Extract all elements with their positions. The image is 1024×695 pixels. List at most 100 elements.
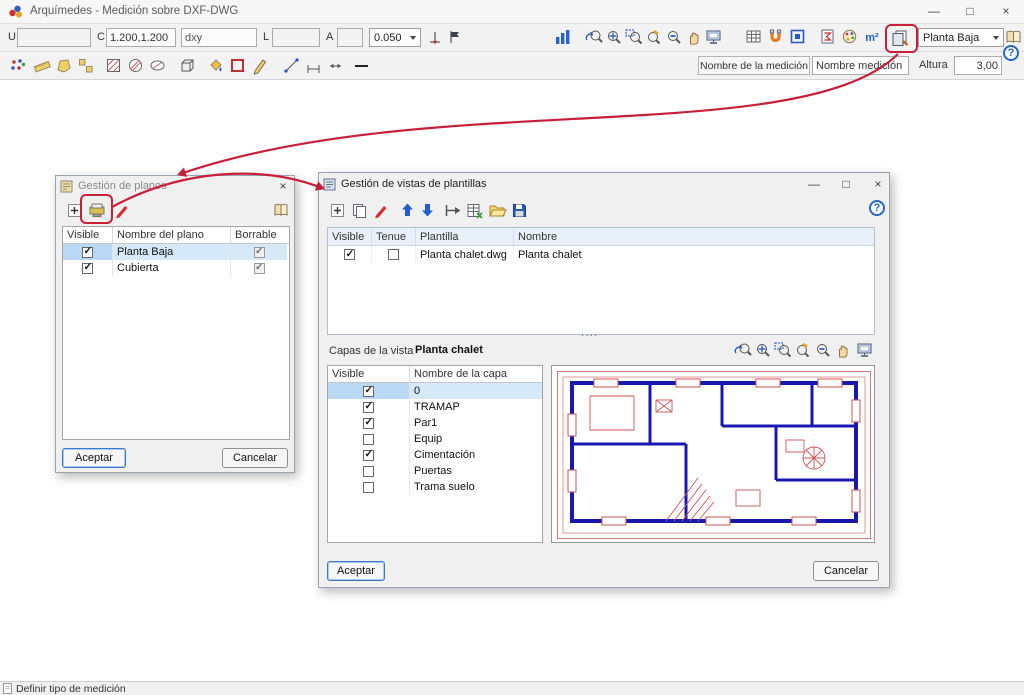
dim-arrow-icon[interactable] <box>326 55 346 77</box>
planos-dialog-titlebar[interactable]: Gestión de planos <box>56 176 294 196</box>
pan-hand-icon[interactable] <box>833 339 853 361</box>
visible-checkbox[interactable] <box>363 402 374 413</box>
plan-row[interactable]: Cubierta <box>63 260 289 276</box>
maximize-button[interactable]: □ <box>952 0 988 23</box>
u-field[interactable] <box>17 28 91 47</box>
zoom-extents-icon[interactable] <box>604 26 624 48</box>
copy-icon[interactable] <box>349 199 369 221</box>
hatch-ellipse-icon[interactable] <box>148 55 168 77</box>
plan-row[interactable]: Planta Baja <box>63 244 289 260</box>
points-icon[interactable] <box>8 55 28 77</box>
save-icon[interactable] <box>509 199 529 221</box>
tenue-checkbox[interactable] <box>388 249 399 260</box>
pan-hand-icon[interactable] <box>684 26 704 48</box>
zoom-extents-icon[interactable] <box>753 339 773 361</box>
cancelar-button[interactable]: Cancelar <box>813 561 879 581</box>
maximize-icon[interactable]: □ <box>837 175 855 193</box>
layer-row[interactable]: Equip <box>328 431 542 447</box>
zoom-window-icon[interactable] <box>624 26 644 48</box>
close-icon[interactable]: × <box>869 175 887 193</box>
close-icon[interactable]: × <box>274 177 292 195</box>
full-screen-icon[interactable] <box>704 26 724 48</box>
help-icon[interactable]: ? <box>1003 45 1019 61</box>
draw-pen-icon[interactable] <box>250 55 270 77</box>
template-views-icon[interactable] <box>890 27 910 49</box>
aceptar-button[interactable]: Aceptar <box>327 561 385 581</box>
close-button[interactable]: × <box>988 0 1024 23</box>
l-field[interactable] <box>272 28 320 47</box>
palette-icon[interactable] <box>840 26 860 48</box>
scale-select[interactable]: 0.050 <box>369 28 421 47</box>
zoom-out-icon[interactable] <box>664 26 684 48</box>
zoom-redraw-icon[interactable] <box>793 339 813 361</box>
measurement-table-icon[interactable] <box>744 26 764 48</box>
layer-row[interactable]: TRAMAP <box>328 399 542 415</box>
zoom-previous-icon[interactable] <box>733 339 753 361</box>
dxy-field[interactable] <box>181 28 257 47</box>
sum-sheet-icon[interactable] <box>818 26 838 48</box>
edit-region-icon[interactable] <box>228 55 248 77</box>
layer-row[interactable]: 0 <box>328 383 542 399</box>
borrable-checkbox[interactable] <box>254 263 265 274</box>
help-icon[interactable]: ? <box>869 200 885 216</box>
splitter-handle[interactable]: ···· <box>581 330 598 341</box>
visible-checkbox[interactable] <box>363 386 374 397</box>
import-template-views-icon[interactable] <box>87 199 107 221</box>
visible-checkbox[interactable] <box>363 434 374 445</box>
flag-icon[interactable] <box>445 26 465 48</box>
line-style-icon[interactable] <box>352 55 372 77</box>
plan-preview-panel[interactable] <box>551 365 875 543</box>
units-measure-icon[interactable] <box>76 55 96 77</box>
full-screen-icon[interactable] <box>855 339 875 361</box>
vistas-dialog-titlebar[interactable]: Gestión de vistas de plantillas <box>319 173 889 195</box>
area-measure-icon[interactable] <box>54 55 74 77</box>
edit-icon[interactable] <box>112 199 132 221</box>
zoom-out-icon[interactable] <box>813 339 833 361</box>
fill-icon[interactable] <box>206 55 226 77</box>
measurement-name-input[interactable] <box>812 56 909 75</box>
add-plan-icon[interactable] <box>64 199 84 221</box>
minimize-button[interactable]: — <box>916 0 952 23</box>
layer-row[interactable]: Cimentación <box>328 447 542 463</box>
insert-icon[interactable] <box>443 199 463 221</box>
visible-checkbox[interactable] <box>363 466 374 477</box>
edit-icon[interactable] <box>371 199 391 221</box>
visible-checkbox[interactable] <box>82 247 93 258</box>
a-field[interactable] <box>337 28 363 47</box>
zoom-window-icon[interactable] <box>773 339 793 361</box>
dim-line-icon[interactable] <box>304 55 324 77</box>
view-selector[interactable]: Planta Baja <box>918 28 1004 47</box>
add-view-icon[interactable] <box>327 199 347 221</box>
visible-checkbox[interactable] <box>344 249 355 260</box>
volume-icon[interactable] <box>178 55 198 77</box>
hatch-square-icon[interactable] <box>104 55 124 77</box>
snap-magnet-icon[interactable] <box>766 26 786 48</box>
altura-input[interactable] <box>954 56 1002 75</box>
zoom-previous-icon[interactable] <box>584 26 604 48</box>
layer-row[interactable]: Par1 <box>328 415 542 431</box>
ortho-icon[interactable] <box>425 26 445 48</box>
layer-row[interactable]: Puertas <box>328 463 542 479</box>
visible-checkbox[interactable] <box>363 450 374 461</box>
visible-checkbox[interactable] <box>363 418 374 429</box>
zoom-redraw-icon[interactable] <box>644 26 664 48</box>
export-table-icon[interactable] <box>465 199 485 221</box>
open-icon[interactable] <box>487 199 507 221</box>
length-measure-icon[interactable] <box>32 55 52 77</box>
book-icon[interactable] <box>272 199 292 221</box>
minimize-icon[interactable]: — <box>805 175 823 193</box>
move-down-icon[interactable] <box>417 199 437 221</box>
coordinates-field[interactable] <box>106 28 176 47</box>
layer-row[interactable]: Trama suelo <box>328 479 542 495</box>
aceptar-button[interactable]: Aceptar <box>62 448 126 468</box>
snap-box-icon[interactable] <box>788 26 808 48</box>
hatch-circle-icon[interactable] <box>126 55 146 77</box>
cancelar-button[interactable]: Cancelar <box>222 448 288 468</box>
visible-checkbox[interactable] <box>363 482 374 493</box>
move-up-icon[interactable] <box>397 199 417 221</box>
measurement-chart-icon[interactable] <box>553 26 573 48</box>
m2-icon[interactable]: m² <box>862 27 882 49</box>
dim-point-icon[interactable] <box>282 55 302 77</box>
borrable-checkbox[interactable] <box>254 247 265 258</box>
template-view-row[interactable]: Planta chalet.dwg Planta chalet <box>328 246 874 263</box>
